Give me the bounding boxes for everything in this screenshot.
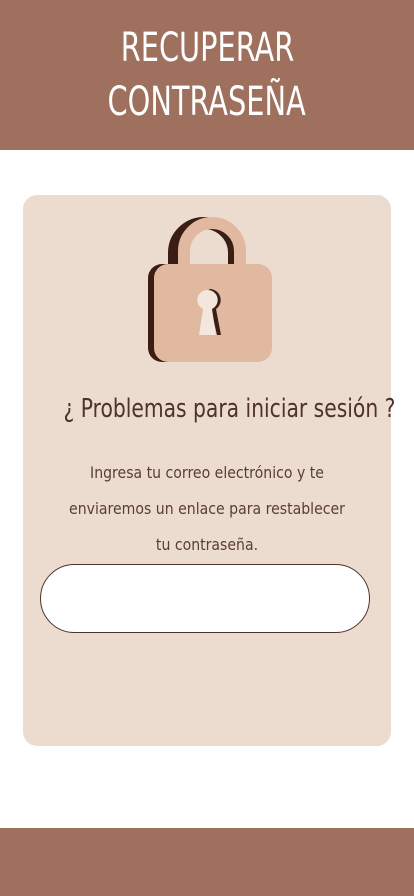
recovery-card: ¿ Problemas para iniciar sesión ? Ingres… bbox=[23, 195, 396, 746]
email-field[interactable] bbox=[40, 564, 370, 633]
header-bar: RECUPERAR CONTRASEÑA bbox=[0, 0, 414, 150]
card-description: Ingresa tu correo electrónico y te envia… bbox=[69, 463, 345, 554]
footer-bar bbox=[0, 828, 414, 896]
page-title-line-1: RECUPERAR bbox=[120, 25, 294, 71]
card-title: ¿ Problemas para iniciar sesión ? bbox=[63, 394, 396, 424]
page-title-line-2: CONTRASEÑA bbox=[107, 79, 307, 125]
lock-icon bbox=[148, 217, 272, 362]
